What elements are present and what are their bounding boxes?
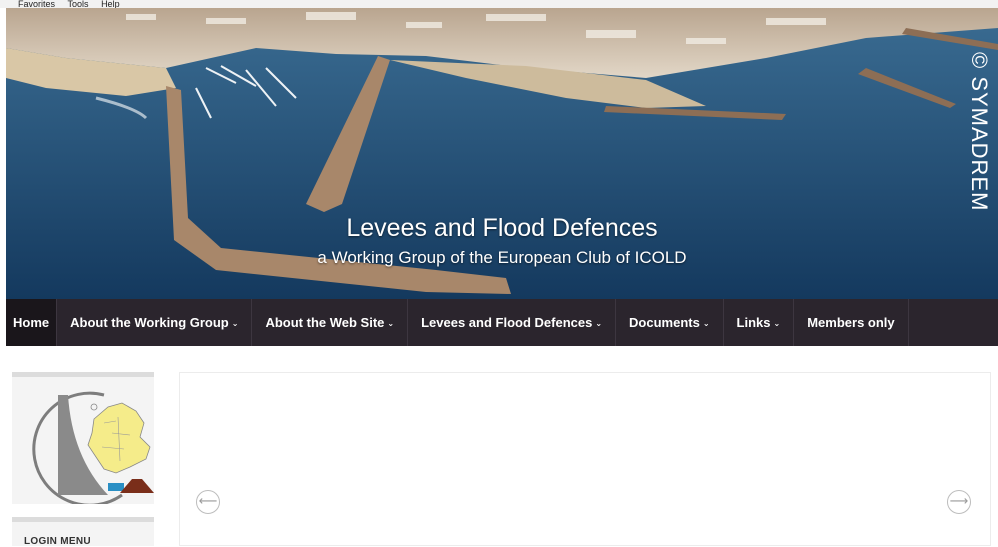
nav-levees-flood-defences-label: Levees and Flood Defences (421, 315, 593, 330)
nav-members-only[interactable]: Members only (794, 299, 909, 346)
sidebar-logo-widget (12, 372, 154, 504)
content-slider (179, 372, 991, 546)
watermark-text: © SYMADREM (967, 52, 992, 212)
menu-help[interactable]: Help (101, 0, 120, 8)
nav-about-working-group[interactable]: About the Working Group ⌄ (57, 299, 253, 346)
nav-documents[interactable]: Documents ⌄ (616, 299, 724, 346)
nav-links[interactable]: Links ⌄ (724, 299, 795, 346)
nav-levees-flood-defences[interactable]: Levees and Flood Defences ⌄ (408, 299, 617, 346)
nav-home-label: Home (13, 315, 50, 330)
chevron-down-icon: ⌄ (595, 319, 603, 328)
slider-prev-button[interactable]: ⟵ (196, 490, 220, 514)
copyright-watermark: © SYMADREM (966, 52, 992, 252)
nav-links-label: Links (736, 315, 771, 330)
chevron-down-icon: ⌄ (702, 319, 710, 328)
menu-favorites[interactable]: Favorites (18, 0, 55, 8)
browser-menubar: Favorites Tools Help (0, 0, 998, 8)
login-menu-widget: LOGIN MENU (12, 517, 154, 547)
nav-about-working-group-label: About the Working Group (70, 315, 229, 330)
nav-members-only-label: Members only (807, 315, 895, 330)
header-banner: Levees and Flood Defences a Working Grou… (6, 8, 998, 299)
menu-tools[interactable]: Tools (68, 0, 89, 8)
site-title: Levees and Flood Defences (346, 214, 658, 242)
club-logo-icon[interactable] (12, 377, 154, 504)
arrow-right-circle-icon: ⟶ (949, 493, 969, 508)
chevron-down-icon: ⌄ (387, 319, 395, 328)
nav-home[interactable]: Home (6, 299, 58, 346)
main-navigation: Home About the Working Group ⌄ About the… (6, 299, 998, 346)
slider-next-button[interactable]: ⟶ (947, 490, 971, 514)
chevron-down-icon: ⌄ (773, 319, 781, 328)
nav-documents-label: Documents (629, 315, 700, 330)
site-subtitle: a Working Group of the European Club of … (317, 248, 687, 267)
login-menu-title: LOGIN MENU (24, 536, 91, 547)
nav-about-web-site[interactable]: About the Web Site ⌄ (252, 299, 409, 346)
nav-about-web-site-label: About the Web Site (265, 315, 385, 330)
chevron-down-icon: ⌄ (231, 319, 239, 328)
arrow-left-circle-icon: ⟵ (198, 493, 218, 508)
